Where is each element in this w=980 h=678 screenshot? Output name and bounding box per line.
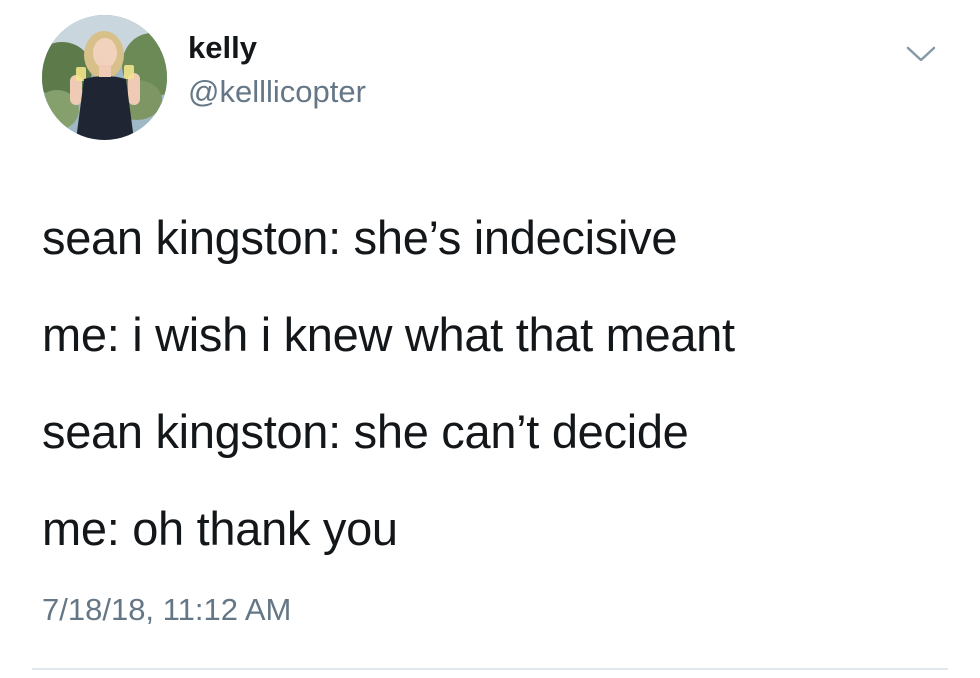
tweet-line: me: i wish i knew what that meant (42, 308, 735, 361)
tweet-text: sean kingston: she’s indecisive me: i wi… (42, 210, 942, 598)
profile-photo-icon (42, 15, 167, 140)
tweet-line: sean kingston: she can’t decide (42, 405, 689, 458)
tweet-line: sean kingston: she’s indecisive (42, 211, 678, 264)
chevron-down-icon[interactable] (903, 40, 939, 68)
display-name[interactable]: kelly (188, 30, 257, 66)
user-handle[interactable]: @kelllicopter (188, 74, 366, 110)
tweet-timestamp[interactable]: 7/18/18, 11:12 AM (42, 592, 291, 628)
tweet-line: me: oh thank you (42, 502, 398, 555)
avatar[interactable] (42, 15, 167, 140)
divider (32, 668, 948, 670)
tweet-card: kelly @kelllicopter sean kingston: she’s… (0, 0, 980, 678)
